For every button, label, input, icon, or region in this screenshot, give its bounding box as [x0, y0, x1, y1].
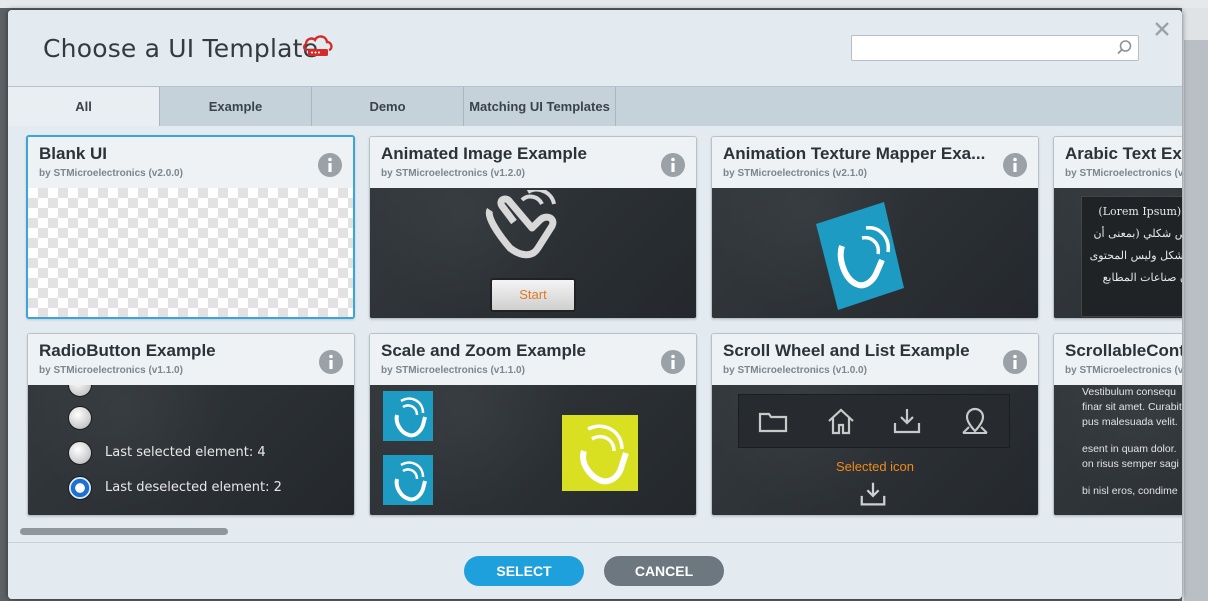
zoomed-touch-tile-icon — [562, 415, 638, 491]
text-line: finar sit amet. Curabit — [1082, 401, 1182, 413]
selected-icon-label: Selected icon — [835, 459, 915, 474]
card-title: Animation Texture Mapper Exa... — [723, 144, 986, 163]
card-header: Scroll Wheel and List Example by STMicro… — [712, 334, 1038, 385]
blank-preview — [28, 188, 353, 317]
card-author: by STMicroelectronics (v1.1.0) — [381, 365, 525, 376]
text-line: on risus semper sagi — [1082, 458, 1179, 470]
arabic-line: شكل وليس المحتوى) — [1089, 249, 1182, 262]
tab-matching-ui-templates[interactable]: Matching UI Templates — [464, 87, 616, 126]
info-icon[interactable] — [1003, 350, 1027, 374]
card-title: Blank UI — [39, 144, 108, 163]
template-card-scroll-wheel-and-list[interactable]: Scroll Wheel and List Example by STMicro… — [711, 333, 1039, 516]
touch-tile-icon — [383, 391, 433, 441]
card-title: Arabic Text Exa — [1065, 144, 1182, 163]
card-header: ScrollableCont by STMicroelectronics (v — [1054, 334, 1182, 385]
arabic-text-box: (Lorem Ipsum)م ص شكلي (بمعنى أن شكل وليس… — [1081, 196, 1182, 317]
radio-preview — [68, 441, 92, 465]
arabic-line: ص شكلي (بمعنى أن — [1093, 227, 1182, 240]
radio-label: Last selected element: 4 — [105, 445, 266, 460]
info-icon[interactable] — [318, 153, 342, 177]
dialog-header: Choose a UI Template — [8, 10, 1182, 86]
close-icon[interactable] — [1151, 18, 1173, 40]
tab-demo[interactable]: Demo — [312, 87, 464, 126]
start-button-preview: Start — [490, 278, 576, 312]
radio-preview — [68, 385, 92, 397]
tab-example[interactable]: Example — [160, 87, 312, 126]
download-icon — [860, 482, 886, 506]
card-author: by STMicroelectronics (v1.0.0) — [723, 365, 867, 376]
preview-image: Last selected element: 4 Last deselected… — [28, 385, 354, 515]
select-button[interactable]: SELECT — [464, 556, 584, 586]
text-line: pus malesuada velit. — [1082, 416, 1178, 428]
card-title: ScrollableCont — [1065, 341, 1182, 360]
arabic-line: ن صناعات المطابع — [1102, 271, 1182, 284]
cancel-button[interactable]: CANCEL — [604, 556, 724, 586]
template-card-scrollable-container[interactable]: ScrollableCont by STMicroelectronics (v … — [1053, 333, 1182, 516]
template-card-radiobutton[interactable]: RadioButton Example by STMicroelectronic… — [27, 333, 355, 516]
template-card-scale-and-zoom[interactable]: Scale and Zoom Example by STMicroelectro… — [369, 333, 697, 516]
template-card-arabic-text[interactable]: Arabic Text Exa by STMicroelectronics (v… — [1053, 136, 1182, 319]
template-dialog: Choose a UI Template All Example Demo Ma… — [8, 10, 1182, 599]
text-line: bi nisl eros, condime — [1082, 485, 1178, 497]
preview-image: Selected icon — [712, 385, 1038, 515]
search-box — [851, 35, 1139, 61]
card-header: RadioButton Example by STMicroelectronic… — [28, 334, 354, 385]
template-card-animated-image[interactable]: Animated Image Example by STMicroelectro… — [369, 136, 697, 319]
card-title: RadioButton Example — [39, 341, 216, 360]
card-author: by STMicroelectronics (v1.2.0) — [381, 168, 525, 179]
arabic-line: إ — [1082, 289, 1182, 311]
card-author: by STMicroelectronics (v2.0.0) — [39, 168, 183, 179]
text-line: esent in quam dolor. — [1082, 443, 1177, 455]
card-title: Scroll Wheel and List Example — [723, 341, 970, 360]
preview-image: (Lorem Ipsum)م ص شكلي (بمعنى أن شكل وليس… — [1054, 188, 1182, 318]
card-author: by STMicroelectronics (v2.1.0) — [723, 168, 867, 179]
template-card-animation-texture-mapper[interactable]: Animation Texture Mapper Exa... by STMic… — [711, 136, 1039, 319]
map-pin-icon — [962, 407, 988, 434]
download-icon — [893, 409, 921, 434]
text-line: Vestibulum consequ — [1082, 386, 1176, 398]
template-card-blank-ui[interactable]: Blank UI by STMicroelectronics (v2.0.0) — [26, 135, 355, 319]
info-icon[interactable] — [661, 350, 685, 374]
card-author: by STMicroelectronics (v1.1.0) — [39, 365, 183, 376]
info-icon[interactable] — [319, 350, 343, 374]
radio-preview-selected — [68, 476, 92, 500]
arabic-line: (Lorem Ipsum)م — [1098, 205, 1182, 218]
icon-scroll-bar — [738, 394, 1010, 448]
folder-icon — [758, 412, 788, 433]
card-author: by STMicroelectronics (v — [1065, 365, 1182, 376]
background-panel-dark — [1184, 40, 1208, 601]
card-title: Animated Image Example — [381, 144, 587, 163]
horizontal-scrollbar-thumb[interactable] — [20, 528, 228, 535]
scrollable-text: Vestibulum consequ finar sit amet. Curab… — [1082, 385, 1182, 499]
preview-image — [712, 188, 1038, 318]
touch-tile-icon — [383, 455, 433, 505]
cloud-icon — [303, 35, 333, 56]
search-input[interactable] — [856, 38, 1116, 58]
card-header: Scale and Zoom Example by STMicroelectro… — [370, 334, 696, 385]
preview-image — [370, 385, 696, 515]
tab-bar: All Example Demo Matching UI Templates — [8, 86, 1182, 127]
info-icon[interactable] — [1003, 153, 1027, 177]
info-icon[interactable] — [661, 153, 685, 177]
preview-image: Start — [370, 188, 696, 318]
dialog-footer: SELECT CANCEL — [8, 542, 1182, 599]
template-grid: Blank UI by STMicroelectronics (v2.0.0) … — [8, 126, 1182, 542]
background-strip — [0, 0, 1208, 8]
card-author: by STMicroelectronics (v — [1065, 168, 1182, 179]
preview-image: Vestibulum consequ finar sit amet. Curab… — [1054, 385, 1182, 515]
radio-preview — [68, 406, 92, 430]
radio-label: Last deselected element: 2 — [105, 480, 282, 495]
card-header: Blank UI by STMicroelectronics (v2.0.0) — [28, 137, 353, 188]
card-header: Animation Texture Mapper Exa... by STMic… — [712, 137, 1038, 188]
card-header: Arabic Text Exa by STMicroelectronics (v — [1054, 137, 1182, 188]
rotated-tile-icon — [816, 202, 904, 310]
dialog-title: Choose a UI Template — [43, 34, 319, 63]
card-header: Animated Image Example by STMicroelectro… — [370, 137, 696, 188]
card-title: Scale and Zoom Example — [381, 341, 587, 360]
tab-all[interactable]: All — [8, 87, 160, 126]
search-icon[interactable] — [1116, 39, 1133, 56]
hand-touch-icon — [485, 190, 557, 259]
home-icon — [828, 408, 854, 435]
